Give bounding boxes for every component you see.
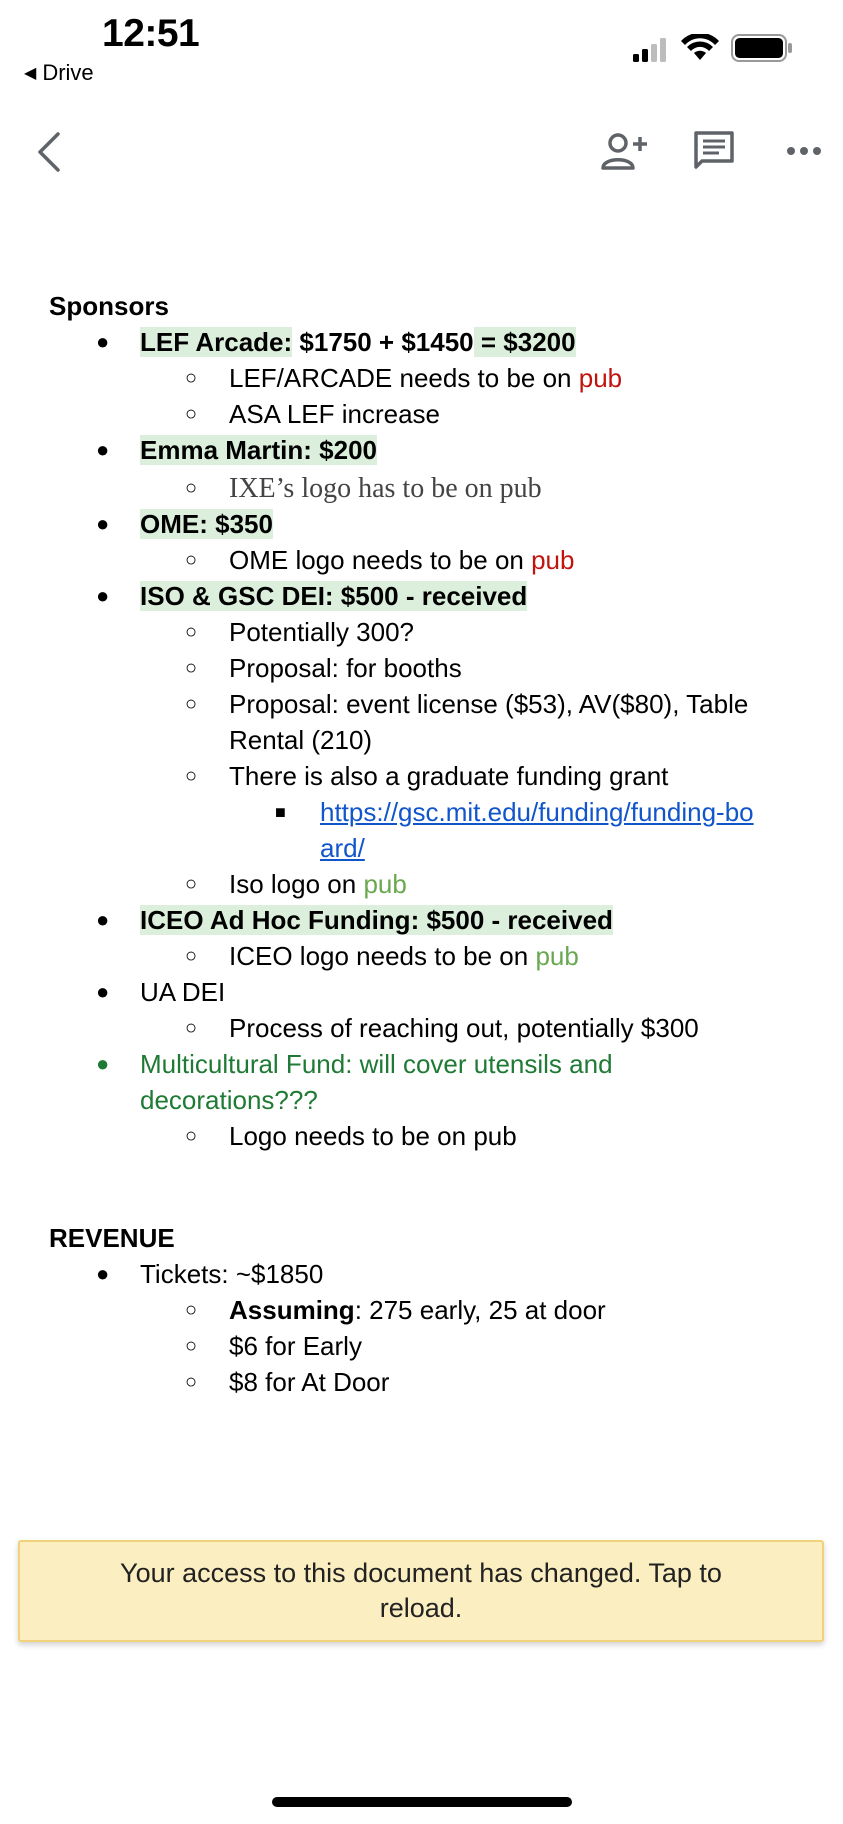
- status-icons: [633, 34, 793, 62]
- bullet-icon: ●: [96, 907, 110, 932]
- sponsors-heading: Sponsors: [49, 291, 169, 321]
- list-item-emma-martin: Emma Martin: $200: [140, 435, 377, 465]
- list-item-ua-dei: UA DEI: [140, 977, 226, 1007]
- share-button[interactable]: [599, 126, 649, 176]
- bullet-icon: ●: [96, 1051, 110, 1076]
- chevron-left-icon: [38, 132, 60, 172]
- circle-bullet-icon: ○: [185, 693, 198, 715]
- list-item: OME logo needs to be on pub: [229, 545, 575, 575]
- more-horiz-icon: [787, 147, 821, 155]
- status-time: 12:51: [102, 12, 200, 55]
- list-item-multicultural-fund: Multicultural Fund: will cover utensils …: [140, 1049, 613, 1079]
- circle-bullet-icon: ○: [185, 1125, 198, 1147]
- list-item: Logo needs to be on pub: [229, 1121, 517, 1151]
- bullet-icon: ●: [96, 583, 110, 608]
- access-changed-banner[interactable]: Your access to this document has changed…: [18, 1540, 824, 1642]
- list-item: $6 for Early: [229, 1331, 362, 1361]
- circle-bullet-icon: ○: [185, 873, 198, 895]
- circle-bullet-icon: ○: [185, 367, 198, 389]
- wifi-icon: [681, 34, 719, 60]
- list-item: IXE’s logo has to be on pub: [229, 473, 542, 504]
- circle-bullet-icon: ○: [185, 1017, 198, 1039]
- circle-bullet-icon: ○: [185, 1371, 198, 1393]
- list-item-continued: Rental (210): [229, 725, 373, 755]
- bullet-icon: ●: [96, 979, 110, 1004]
- circle-bullet-icon: ○: [185, 945, 198, 967]
- comments-button[interactable]: [689, 126, 739, 176]
- circle-bullet-icon: ○: [185, 1335, 198, 1357]
- list-item: Assuming: 275 early, 25 at door: [229, 1295, 606, 1325]
- list-item-iceo: ICEO Ad Hoc Funding: $500 - received: [140, 905, 613, 935]
- add-person-icon: [601, 133, 647, 170]
- funding-board-link[interactable]: https://gsc.mit.edu/funding/funding-bo: [320, 794, 754, 830]
- comment-icon: [694, 131, 734, 169]
- list-item-lef-arcade: LEF Arcade: $1750 + $1450 = $3200: [140, 327, 576, 357]
- circle-bullet-icon: ○: [185, 477, 198, 499]
- banner-text: Your access to this document has changed…: [120, 1558, 722, 1623]
- cellular-signal-icon: [633, 38, 666, 62]
- list-item: Proposal: event license ($53), AV($80), …: [229, 689, 749, 719]
- list-item: Proposal: for booths: [229, 653, 462, 683]
- list-item: LEF/ARCADE needs to be on pub: [229, 363, 623, 393]
- bullet-icon: ●: [96, 329, 110, 354]
- revenue-heading: REVENUE: [49, 1223, 175, 1253]
- back-button[interactable]: [30, 130, 70, 174]
- list-item-ome: OME: $350: [140, 509, 273, 539]
- back-to-drive-button[interactable]: ◀ Drive: [24, 60, 94, 86]
- list-item: $8 for At Door: [229, 1367, 390, 1397]
- battery-icon: [731, 34, 792, 62]
- square-bullet-icon: ■: [275, 802, 286, 822]
- bullet-icon: ●: [96, 511, 110, 536]
- circle-bullet-icon: ○: [185, 621, 198, 643]
- list-item: ASA LEF increase: [229, 399, 440, 429]
- list-item-continued: decorations???: [140, 1085, 318, 1115]
- back-to-drive-label: Drive: [42, 60, 94, 85]
- bullet-icon: ●: [96, 437, 110, 462]
- list-item-tickets: Tickets: ~$1850: [140, 1259, 324, 1289]
- bullet-icon: ●: [96, 1261, 110, 1286]
- more-options-button[interactable]: [779, 126, 829, 176]
- list-item: Process of reaching out, potentially $30…: [229, 1013, 699, 1043]
- back-triangle-icon: ◀: [24, 65, 37, 82]
- funding-board-link-continued[interactable]: ard/: [320, 830, 365, 866]
- list-item: Iso logo on pub: [229, 869, 407, 899]
- list-item: Potentially 300?: [229, 617, 415, 647]
- circle-bullet-icon: ○: [185, 549, 198, 571]
- home-indicator[interactable]: [272, 1797, 572, 1807]
- circle-bullet-icon: ○: [185, 403, 198, 425]
- list-item: ICEO logo needs to be on pub: [229, 941, 579, 971]
- circle-bullet-icon: ○: [185, 765, 198, 787]
- list-item-iso-gsc: ISO & GSC DEI: $500 - received: [140, 581, 528, 611]
- circle-bullet-icon: ○: [185, 1299, 198, 1321]
- circle-bullet-icon: ○: [185, 657, 198, 679]
- list-item: There is also a graduate funding grant: [229, 761, 669, 791]
